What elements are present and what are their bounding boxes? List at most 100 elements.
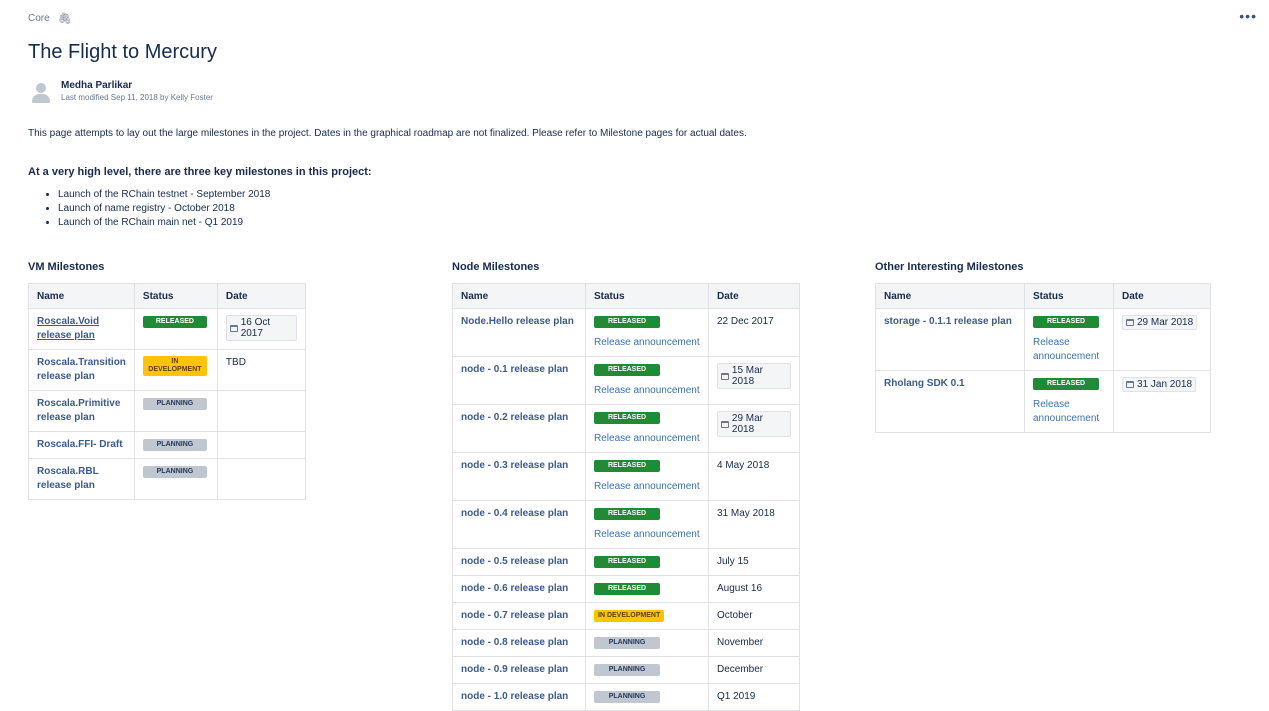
milestone-link[interactable]: node - 1.0 release plan bbox=[461, 690, 577, 704]
column-header-status: Status bbox=[585, 283, 709, 309]
date-text: TBD bbox=[225, 357, 246, 368]
calendar-icon bbox=[721, 372, 729, 380]
milestone-link[interactable]: storage - 0.1.1 release plan bbox=[884, 315, 1016, 329]
milestone-link[interactable]: node - 0.5 release plan bbox=[461, 555, 577, 569]
status-badge: RELEASED bbox=[594, 556, 660, 568]
status-badge: RELEASED bbox=[594, 316, 660, 328]
release-announcement-link[interactable]: Release announcement bbox=[1033, 398, 1105, 426]
release-announcement-link[interactable]: Release announcement bbox=[594, 528, 700, 542]
column-header-name: Name bbox=[28, 283, 135, 309]
date-text: November bbox=[717, 637, 764, 648]
milestone-link[interactable]: node - 0.9 release plan bbox=[461, 663, 577, 677]
status-badge: RELEASED bbox=[594, 364, 660, 376]
column-header-date: Date bbox=[216, 283, 307, 309]
status-badge: IN DEVELOPMENT bbox=[142, 356, 207, 376]
column-header-date: Date bbox=[708, 283, 800, 309]
date-text: July 15 bbox=[717, 556, 749, 567]
column-header-status: Status bbox=[133, 283, 218, 309]
milestone-link[interactable]: Roscala.FFI- Draft bbox=[37, 438, 126, 452]
page-title: The Flight to Mercury bbox=[28, 41, 217, 63]
table-row: node - 0.6 release plan RELEASED August … bbox=[452, 575, 800, 603]
column-header-name: Name bbox=[875, 283, 1025, 309]
table-row: Roscala.Primitive release plan PLANNING bbox=[28, 390, 307, 432]
avatar[interactable] bbox=[31, 82, 51, 104]
status-badge: RELEASED bbox=[1033, 378, 1099, 390]
column-header-name: Name bbox=[452, 283, 586, 309]
table-row: node - 0.2 release plan RELEASED Release … bbox=[452, 404, 800, 453]
milestone-link[interactable]: node - 0.4 release plan bbox=[461, 507, 577, 521]
table-row: node - 0.4 release plan RELEASED Release … bbox=[452, 500, 800, 549]
table-row: Roscala.Transition release plan IN DEVEL… bbox=[28, 349, 307, 391]
date-lozenge[interactable]: 16 Oct 2017 bbox=[225, 315, 297, 341]
milestone-link[interactable]: node - 0.2 release plan bbox=[461, 411, 577, 425]
column-header-date: Date bbox=[1113, 283, 1211, 309]
table-row: node - 1.0 release plan PLANNING Q1 2019 bbox=[452, 683, 800, 711]
breadcrumb-core[interactable]: Core bbox=[28, 13, 50, 24]
table-row: Node.Hello release plan RELEASED Release … bbox=[452, 308, 800, 357]
calendar-icon bbox=[721, 420, 729, 428]
status-badge: RELEASED bbox=[142, 316, 207, 328]
table-row: node - 0.7 release plan IN DEVELOPMENT O… bbox=[452, 602, 800, 630]
milestone-link[interactable]: Roscala.Transition release plan bbox=[37, 356, 126, 384]
release-announcement-link[interactable]: Release announcement bbox=[594, 336, 700, 350]
key-milestones-heading: At a very high level, there are three ke… bbox=[28, 166, 372, 178]
date-lozenge[interactable]: 29 Mar 2018 bbox=[717, 411, 791, 437]
more-actions-icon[interactable]: ••• bbox=[1239, 8, 1257, 24]
milestone-link[interactable]: node - 0.8 release plan bbox=[461, 636, 577, 650]
date-text: 31 May 2018 bbox=[717, 508, 775, 519]
status-badge: PLANNING bbox=[594, 691, 660, 703]
date-text: December bbox=[717, 664, 764, 675]
status-badge: IN DEVELOPMENT bbox=[594, 610, 665, 622]
table-row: Roscala.Void release plan RELEASED 16 Oc… bbox=[28, 308, 307, 350]
release-announcement-link[interactable]: Release announcement bbox=[1033, 336, 1105, 364]
status-badge: RELEASED bbox=[1033, 316, 1099, 328]
milestone-link[interactable]: Roscala.Primitive release plan bbox=[37, 397, 126, 425]
date-text: August 16 bbox=[717, 583, 763, 594]
release-announcement-link[interactable]: Release announcement bbox=[594, 384, 700, 398]
milestone-link[interactable]: node - 0.6 release plan bbox=[461, 582, 577, 596]
attachment-icon[interactable]: 🖇︎ bbox=[58, 12, 72, 25]
status-badge: PLANNING bbox=[594, 664, 660, 676]
milestone-link[interactable]: node - 0.3 release plan bbox=[461, 459, 577, 473]
table-row: Roscala.FFI- Draft PLANNING bbox=[28, 431, 307, 459]
release-announcement-link[interactable]: Release announcement bbox=[594, 432, 700, 446]
other-milestones-heading: Other Interesting Milestones bbox=[875, 261, 1024, 273]
byline: Medha Parlikar Last modified Sep 11, 201… bbox=[31, 80, 213, 104]
vm-milestones-heading: VM Milestones bbox=[28, 261, 105, 273]
calendar-icon bbox=[229, 324, 238, 332]
list-item: Launch of name registry - October 2018 bbox=[58, 202, 270, 216]
key-milestones-list: Launch of the RChain testnet - September… bbox=[28, 188, 270, 230]
date-lozenge[interactable]: 31 Jan 2018 bbox=[1122, 377, 1197, 392]
milestone-link[interactable]: node - 0.7 release plan bbox=[461, 609, 577, 623]
date-text: 22 Dec 2017 bbox=[717, 316, 774, 327]
status-badge: PLANNING bbox=[594, 637, 660, 649]
table-row: node - 0.3 release plan RELEASED Release … bbox=[452, 452, 800, 501]
status-badge: PLANNING bbox=[142, 466, 207, 478]
status-badge: RELEASED bbox=[594, 460, 660, 472]
status-badge: RELEASED bbox=[594, 412, 660, 424]
vm-milestones-table: Name Status Date Roscala.Void release pl… bbox=[28, 283, 307, 500]
milestone-link[interactable]: Roscala.RBL release plan bbox=[37, 465, 126, 493]
date-lozenge[interactable]: 29 Mar 2018 bbox=[1122, 315, 1198, 330]
date-text: October bbox=[717, 610, 753, 621]
breadcrumb: Core 🖇︎ bbox=[28, 12, 72, 25]
status-badge: PLANNING bbox=[142, 439, 207, 451]
milestone-link[interactable]: Roscala.Void release plan bbox=[37, 315, 126, 343]
table-row: node - 0.8 release plan PLANNING Novembe… bbox=[452, 629, 800, 657]
release-announcement-link[interactable]: Release announcement bbox=[594, 480, 700, 494]
date-text: 4 May 2018 bbox=[717, 460, 770, 471]
last-modified[interactable]: Last modified Sep 11, 2018 by Kelly Fost… bbox=[61, 93, 213, 102]
milestone-link[interactable]: Rholang SDK 0.1 bbox=[884, 377, 1016, 391]
milestone-link[interactable]: node - 0.1 release plan bbox=[461, 363, 577, 377]
list-item: Launch of the RChain testnet - September… bbox=[58, 188, 270, 202]
date-lozenge[interactable]: 15 Mar 2018 bbox=[717, 363, 791, 389]
table-row: Rholang SDK 0.1 RELEASED Release announce… bbox=[875, 370, 1211, 433]
table-row: node - 0.1 release plan RELEASED Release … bbox=[452, 356, 800, 405]
milestone-link[interactable]: Node.Hello release plan bbox=[461, 315, 577, 329]
status-badge: RELEASED bbox=[594, 583, 660, 595]
author-name[interactable]: Medha Parlikar bbox=[61, 80, 213, 91]
node-milestones-heading: Node Milestones bbox=[452, 261, 540, 273]
node-milestones-table: Name Status Date Node.Hello release plan… bbox=[452, 283, 800, 711]
table-row: Roscala.RBL release plan PLANNING bbox=[28, 458, 307, 500]
other-milestones-table: Name Status Date storage - 0.1.1 release… bbox=[875, 283, 1211, 433]
